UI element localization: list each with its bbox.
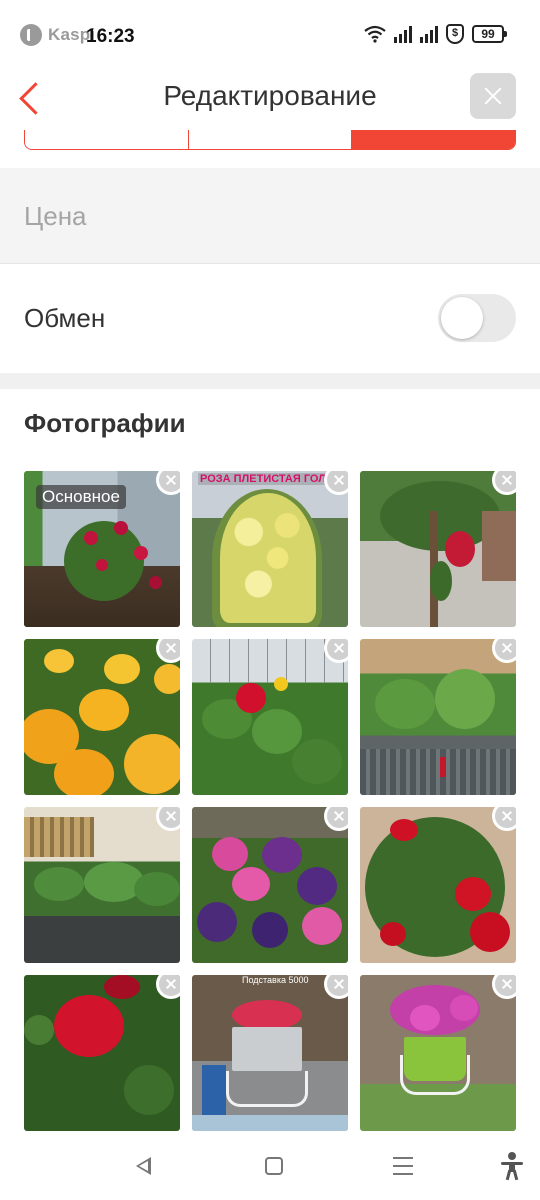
section-divider	[0, 373, 540, 389]
toggle-knob	[441, 297, 483, 339]
photo-thumbnail[interactable]	[360, 471, 516, 627]
photos-title: Фотографии	[24, 408, 186, 438]
price-row	[0, 168, 540, 264]
price-input[interactable]	[24, 198, 504, 234]
photo-thumbnail[interactable]	[360, 807, 516, 963]
signal-2-icon	[420, 25, 438, 43]
exchange-label: Обмен	[24, 303, 106, 333]
nav-home-icon[interactable]	[265, 1157, 283, 1175]
battery-icon: 99	[472, 25, 507, 43]
exchange-toggle[interactable]	[438, 294, 516, 342]
header: Редактирование	[0, 70, 540, 130]
segmented-control	[24, 130, 516, 150]
nav-back-icon[interactable]	[134, 1156, 154, 1176]
photo-thumbnail[interactable]	[24, 807, 180, 963]
segment-option-3-selected[interactable]	[352, 130, 515, 149]
status-app-indicator: Kaspi	[20, 24, 95, 46]
status-icons: $ 99	[364, 24, 507, 44]
kaspi-logo-icon	[20, 24, 42, 46]
status-time: 16:23	[86, 26, 135, 47]
photo-thumbnail[interactable]	[192, 639, 348, 795]
exchange-row: Обмен	[0, 265, 540, 373]
system-nav-bar	[0, 1132, 540, 1200]
photo-thumbnail[interactable]: Подставка 5000	[192, 975, 348, 1131]
photo-grid: Основное РОЗА ПЛЕТИСТАЯ ГОЛДЕН КО	[24, 471, 516, 1131]
signal-icon	[394, 25, 412, 43]
vpn-shield-icon: $	[446, 24, 464, 44]
close-button[interactable]	[470, 73, 516, 119]
photo-thumbnail[interactable]: Основное	[24, 471, 180, 627]
page-title: Редактирование	[163, 80, 377, 111]
segment-option-2[interactable]	[188, 130, 353, 149]
photo-thumbnail[interactable]	[24, 639, 180, 795]
photo-thumbnail[interactable]	[360, 975, 516, 1131]
status-bar: Kaspi 16:23 $ 99	[0, 0, 540, 70]
nav-recents-icon[interactable]	[393, 1157, 413, 1175]
accessibility-icon[interactable]	[500, 1152, 524, 1181]
photo-thumbnail[interactable]	[24, 975, 180, 1131]
photo-caption: Подставка 5000	[242, 975, 309, 985]
photo-thumbnail[interactable]	[192, 807, 348, 963]
wifi-icon	[364, 25, 386, 43]
screen: Kaspi 16:23 $ 99 Редактирование Цена Обм…	[0, 0, 540, 1200]
photo-thumbnail[interactable]	[360, 639, 516, 795]
segment-option-1[interactable]	[25, 130, 189, 149]
main-photo-badge: Основное	[36, 485, 126, 509]
photo-thumbnail[interactable]: РОЗА ПЛЕТИСТАЯ ГОЛДЕН КО	[192, 471, 348, 627]
